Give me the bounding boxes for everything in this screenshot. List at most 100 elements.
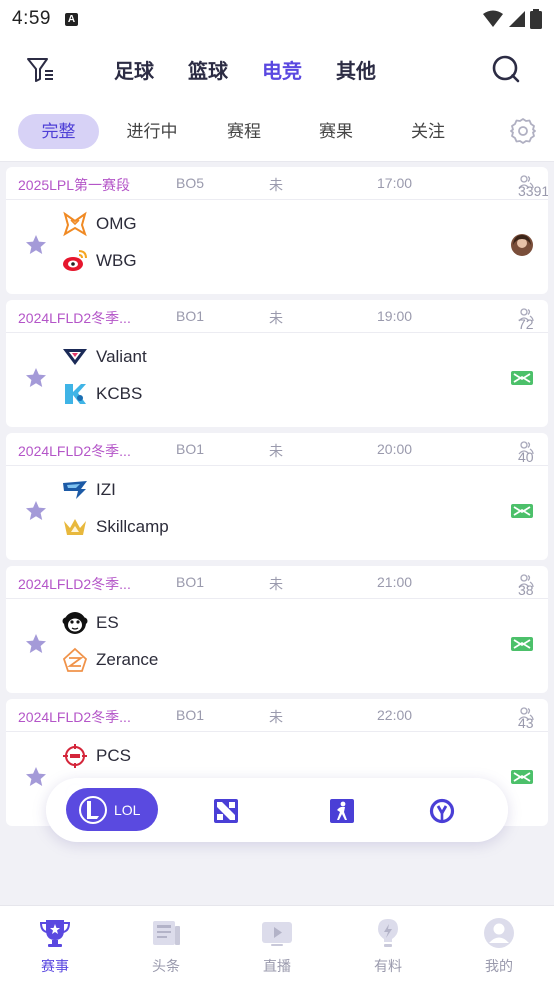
nav-label: 我的 — [485, 958, 513, 974]
viewer-count-value: 43 — [518, 715, 534, 731]
team-row: ES — [62, 609, 119, 637]
csgo-icon — [330, 799, 354, 823]
status-bar: 4:59 A — [0, 0, 554, 38]
viewer-count-value: 40 — [518, 449, 534, 465]
match-card[interactable]: 2024LFLD2冬季... BO1 未 19:00 72 Valiant KC… — [6, 300, 548, 427]
status-filter-tabs: 完整 进行中 赛程 赛果 关注 — [0, 100, 554, 162]
viewer-count-value: 38 — [518, 582, 534, 598]
dota2-icon — [214, 799, 238, 823]
search-icon — [492, 55, 520, 83]
team-row: KCBS — [62, 380, 142, 408]
star-icon[interactable] — [24, 499, 48, 523]
game-lol-label: LOL — [114, 801, 141, 818]
match-time: 21:00 — [377, 574, 413, 590]
gear-icon — [510, 118, 536, 144]
nav-headlines[interactable]: 头条 — [126, 916, 206, 976]
star-icon[interactable] — [24, 366, 48, 390]
league-name: 2024LFLD2冬季... — [18, 443, 131, 459]
viewer-count-value: 72 — [518, 316, 534, 332]
game-csgo-button[interactable] — [329, 798, 355, 824]
nav-label: 有料 — [374, 958, 402, 974]
match-body: OMG WBG — [6, 200, 548, 294]
match-format: BO5 — [176, 175, 205, 191]
match-status: 未 — [269, 576, 283, 592]
nav-label: 头条 — [152, 958, 180, 974]
stream-available-icon[interactable] — [510, 765, 534, 789]
izi-logo-icon — [62, 477, 88, 503]
team-name: KCBS — [96, 384, 143, 403]
match-status: 未 — [269, 310, 283, 326]
tab-in-progress[interactable]: 进行中 — [118, 114, 186, 149]
lol-icon — [79, 795, 107, 824]
zerance-logo-icon — [62, 647, 88, 673]
match-body: Valiant KCBS — [6, 333, 548, 427]
match-header: 2024LFLD2冬季... BO1 未 19:00 72 — [6, 300, 548, 333]
league-name: 2024LFLD2冬季... — [18, 310, 131, 326]
search-button[interactable] — [488, 51, 524, 87]
tab-basketball[interactable]: 篮球 — [188, 55, 228, 84]
match-card[interactable]: 2024LFLD2冬季... BO1 未 20:00 40 IZI Skillc… — [6, 433, 548, 560]
tab-other[interactable]: 其他 — [336, 55, 376, 84]
team-name: Zerance — [96, 650, 159, 669]
match-format: BO1 — [176, 441, 205, 457]
team-row: IZI — [62, 476, 116, 504]
notification-icon: A — [64, 12, 78, 26]
lightbulb-icon — [371, 916, 405, 950]
tab-football[interactable]: 足球 — [114, 55, 154, 84]
team-name: ES — [96, 613, 119, 632]
star-icon[interactable] — [24, 765, 48, 789]
viewer-count: 72 — [518, 308, 534, 332]
settings-button[interactable] — [506, 114, 540, 148]
wifi-icon — [483, 10, 503, 27]
battery-icon — [530, 9, 542, 29]
viewer-count: 3391 — [518, 175, 548, 199]
team-row: OMG — [62, 210, 137, 238]
tab-following[interactable]: 关注 — [399, 114, 457, 149]
match-body: IZI Skillcamp — [6, 466, 548, 560]
pcs-logo-icon — [62, 743, 88, 769]
team-name: Valiant — [96, 347, 147, 366]
stream-available-icon[interactable] — [510, 366, 534, 390]
nav-events[interactable]: 赛事 — [15, 916, 95, 976]
tab-all[interactable]: 完整 — [18, 114, 99, 149]
game-overwatch-button[interactable] — [429, 798, 455, 824]
game-dota2-button[interactable] — [213, 798, 239, 824]
tab-results[interactable]: 赛果 — [307, 114, 365, 149]
match-status: 未 — [269, 177, 283, 193]
tv-play-icon — [260, 916, 294, 950]
nav-profile[interactable]: 我的 — [459, 916, 539, 976]
status-indicators — [482, 9, 542, 29]
team-row: PCS — [62, 742, 131, 770]
stream-available-icon[interactable] — [510, 499, 534, 523]
signal-icon — [509, 11, 525, 27]
nav-insights[interactable]: 有料 — [348, 916, 428, 976]
viewer-count-value: 3391 — [518, 183, 548, 199]
overwatch-icon — [429, 798, 455, 824]
team-name: PCS — [96, 746, 131, 765]
match-header: 2024LFLD2冬季... BO1 未 22:00 43 — [6, 699, 548, 732]
streamer-avatar[interactable] — [510, 233, 534, 257]
stream-available-icon[interactable] — [510, 632, 534, 656]
profile-icon — [482, 916, 516, 950]
match-time: 19:00 — [377, 308, 413, 324]
match-card[interactable]: 2025LPL第一赛段 BO5 未 17:00 3391 OMG WBG — [6, 167, 548, 294]
omg-logo-icon — [62, 211, 88, 237]
viewer-count: 43 — [518, 707, 534, 731]
match-format: BO1 — [176, 574, 205, 590]
match-time: 17:00 — [377, 175, 413, 191]
tab-esports[interactable]: 电竞 — [262, 55, 302, 84]
star-icon[interactable] — [24, 632, 48, 656]
valiant-logo-icon — [62, 344, 88, 370]
filter-button[interactable] — [22, 52, 58, 86]
match-card[interactable]: 2024LFLD2冬季... BO1 未 21:00 38 ES Zerance — [6, 566, 548, 693]
team-name: OMG — [96, 214, 137, 233]
tab-schedule[interactable]: 赛程 — [215, 114, 273, 149]
league-name: 2024LFLD2冬季... — [18, 576, 131, 592]
star-icon[interactable] — [24, 233, 48, 257]
match-format: BO1 — [176, 707, 205, 723]
game-lol-button[interactable]: LOL — [66, 788, 158, 831]
team-row: WBG — [62, 247, 137, 275]
team-name: IZI — [96, 480, 116, 499]
match-time: 20:00 — [377, 441, 413, 457]
nav-live[interactable]: 直播 — [237, 916, 317, 976]
